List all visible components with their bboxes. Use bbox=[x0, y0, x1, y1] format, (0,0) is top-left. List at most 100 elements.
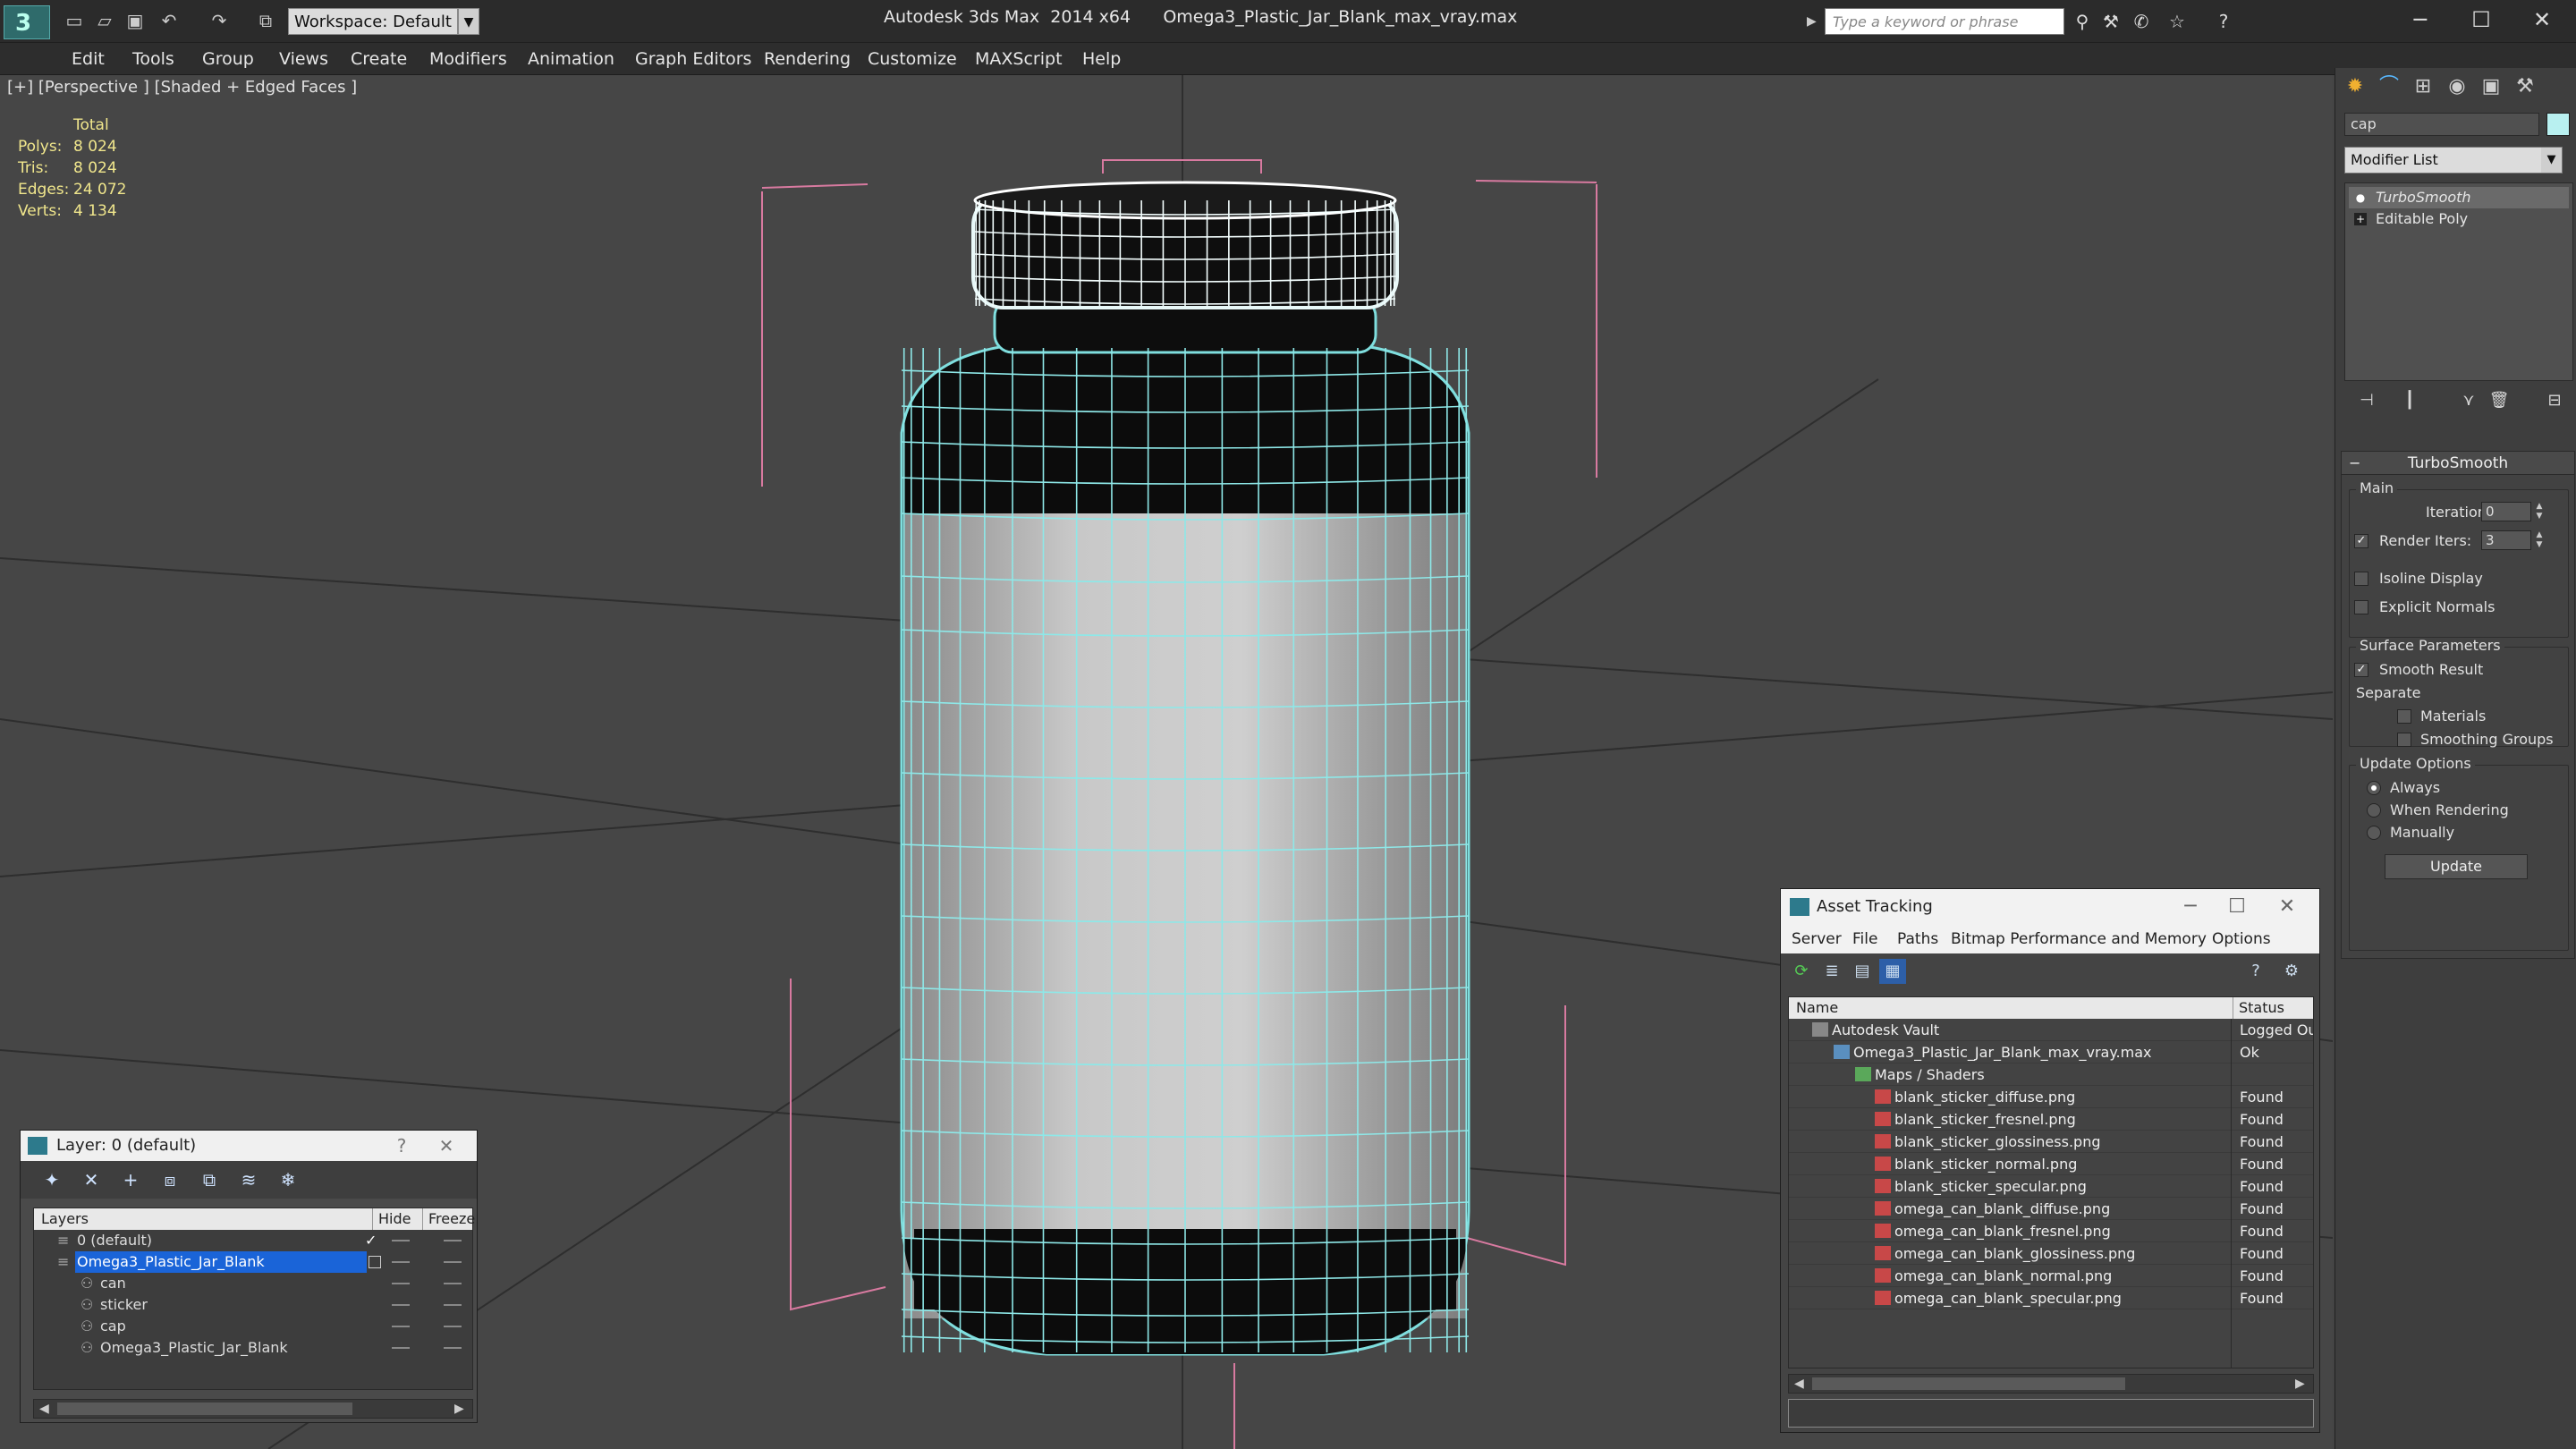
stack-item-turbosmooth[interactable]: ● TurboSmooth bbox=[2349, 187, 2569, 208]
communication-icon[interactable]: ✆ bbox=[2129, 9, 2154, 34]
list-view-icon[interactable]: ≣ bbox=[1818, 959, 1845, 984]
menu-tools[interactable]: Tools bbox=[132, 43, 174, 75]
settings-icon[interactable]: ⚙ bbox=[2278, 959, 2305, 984]
save-file-icon[interactable]: ▣ bbox=[123, 9, 147, 32]
refresh-icon[interactable]: ⟳ bbox=[1788, 959, 1815, 984]
search-expand-icon[interactable]: ▶ bbox=[1807, 11, 1821, 32]
subscription-icon[interactable]: ⚒ bbox=[2098, 9, 2123, 34]
menu-create[interactable]: Create bbox=[351, 43, 407, 75]
close-icon[interactable]: ✕ bbox=[428, 1131, 464, 1161]
workspace-select[interactable]: Workspace: Default bbox=[288, 8, 458, 35]
menu-help[interactable]: Help bbox=[1082, 43, 1121, 75]
layer-horizontal-scrollbar[interactable]: ◀ ▶ bbox=[33, 1399, 473, 1419]
configure-sets-icon[interactable]: ⊟ bbox=[2541, 388, 2568, 413]
freeze-all-layers-icon[interactable]: ❄ bbox=[273, 1166, 303, 1193]
display-tab-icon[interactable]: ▣ bbox=[2475, 72, 2507, 102]
layer-row[interactable]: ⚇ Omega3_Plastic_Jar_Blank bbox=[34, 1337, 472, 1359]
stack-item-editable-poly[interactable]: + Editable Poly bbox=[2349, 208, 2569, 230]
update-when-rendering-radio[interactable] bbox=[2367, 803, 2381, 818]
layer-row[interactable]: ≡ 0 (default) ✓ bbox=[34, 1230, 472, 1251]
hide-all-layers-icon[interactable]: ≋ bbox=[233, 1166, 264, 1193]
update-always-radio[interactable] bbox=[2367, 781, 2381, 795]
pin-stack-icon[interactable]: ⊣ bbox=[2353, 388, 2380, 413]
new-layer-icon[interactable]: ✦ bbox=[37, 1166, 67, 1193]
asset-row[interactable]: blank_sticker_diffuse.png Found bbox=[1789, 1086, 2313, 1108]
maximize-icon[interactable]: ☐ bbox=[2210, 889, 2264, 925]
modify-tab-icon[interactable]: ⌒ bbox=[2373, 72, 2405, 102]
menu-customize[interactable]: Customize bbox=[868, 43, 957, 75]
hierarchy-tab-icon[interactable]: ⊞ bbox=[2407, 72, 2439, 102]
render-iters-spinner[interactable]: 3 bbox=[2481, 530, 2531, 550]
asset-row[interactable]: blank_sticker_glossiness.png Found bbox=[1789, 1131, 2313, 1153]
add-to-layer-icon[interactable]: + bbox=[115, 1166, 146, 1193]
thumbnail-view-icon[interactable]: ▤ bbox=[1849, 959, 1876, 984]
redo-icon[interactable]: ↷ bbox=[208, 9, 231, 32]
help-icon[interactable]: ? bbox=[2211, 9, 2236, 34]
menu-group[interactable]: Group bbox=[202, 43, 254, 75]
highlight-layer-icon[interactable]: ⧉ bbox=[194, 1166, 225, 1193]
asset-row[interactable]: blank_sticker_fresnel.png Found bbox=[1789, 1108, 2313, 1131]
separate-smoothing-groups-checkbox[interactable] bbox=[2397, 733, 2411, 747]
undo-icon[interactable]: ↶ bbox=[157, 9, 181, 32]
asset-horizontal-scrollbar[interactable]: ◀ ▶ bbox=[1788, 1374, 2314, 1394]
close-icon[interactable]: ✕ bbox=[2515, 4, 2569, 36]
motion-tab-icon[interactable]: ◉ bbox=[2441, 72, 2473, 102]
update-button[interactable]: Update bbox=[2385, 854, 2528, 879]
asset-row[interactable]: Omega3_Plastic_Jar_Blank_max_vray.max Ok bbox=[1789, 1041, 2313, 1063]
asset-row[interactable]: omega_can_blank_fresnel.png Found bbox=[1789, 1220, 2313, 1242]
menu-views[interactable]: Views bbox=[279, 43, 328, 75]
object-name-field[interactable]: cap bbox=[2344, 113, 2539, 136]
spinner-arrows-icon[interactable]: ▲ ▼ bbox=[2533, 530, 2546, 550]
layer-row[interactable]: ⚇ can bbox=[34, 1273, 472, 1294]
asset-row[interactable]: Autodesk Vault Logged Ou bbox=[1789, 1019, 2313, 1041]
chevron-down-icon[interactable]: ▼ bbox=[458, 8, 479, 35]
layer-row[interactable]: ⚇ cap bbox=[34, 1316, 472, 1337]
asset-menu-paths[interactable]: Paths bbox=[1897, 925, 1938, 953]
menu-animation[interactable]: Animation bbox=[528, 43, 614, 75]
help-icon[interactable]: ? bbox=[2242, 959, 2269, 984]
new-file-icon[interactable]: ▭ bbox=[63, 9, 86, 32]
open-file-icon[interactable]: ▱ bbox=[93, 9, 116, 32]
asset-menu-file[interactable]: File bbox=[1852, 925, 1877, 953]
layer-row[interactable]: ⚇ sticker bbox=[34, 1294, 472, 1316]
search-input[interactable]: Type a keyword or phrase bbox=[1825, 8, 2064, 35]
render-iters-checkbox[interactable]: ✓ bbox=[2354, 534, 2368, 548]
table-view-icon[interactable]: ▦ bbox=[1879, 959, 1906, 984]
object-color-swatch[interactable] bbox=[2546, 113, 2570, 136]
project-folder-icon[interactable]: ⧉ bbox=[254, 9, 277, 32]
separate-materials-checkbox[interactable] bbox=[2397, 709, 2411, 724]
rollout-header[interactable]: − TurboSmooth bbox=[2342, 452, 2574, 475]
smooth-result-checkbox[interactable]: ✓ bbox=[2354, 663, 2368, 677]
layer-row[interactable]: ≡ Omega3_Plastic_Jar_Blank bbox=[34, 1251, 472, 1273]
select-in-layer-icon[interactable]: ⧈ bbox=[155, 1166, 185, 1193]
asset-menu-bitmap-performance[interactable]: Bitmap Performance and Memory bbox=[1951, 925, 2207, 953]
close-icon[interactable]: ✕ bbox=[2260, 889, 2314, 925]
isoline-display-checkbox[interactable] bbox=[2354, 572, 2368, 586]
minimize-icon[interactable]: ─ bbox=[2394, 4, 2447, 36]
menu-maxscript[interactable]: MAXScript bbox=[975, 43, 1063, 75]
menu-graph-editors[interactable]: Graph Editors bbox=[635, 43, 751, 75]
minimize-icon[interactable]: ─ bbox=[2164, 889, 2217, 925]
explicit-normals-checkbox[interactable] bbox=[2354, 600, 2368, 614]
help-icon[interactable]: ? bbox=[384, 1131, 419, 1161]
utilities-tab-icon[interactable]: ⚒ bbox=[2509, 72, 2541, 102]
delete-layer-icon[interactable]: ✕ bbox=[76, 1166, 106, 1193]
remove-modifier-icon[interactable]: 🗑 bbox=[2486, 388, 2512, 413]
iterations-spinner[interactable]: 0 bbox=[2481, 502, 2531, 521]
asset-menu-options[interactable]: Options bbox=[2212, 925, 2271, 953]
asset-row[interactable]: omega_can_blank_diffuse.png Found bbox=[1789, 1198, 2313, 1220]
menu-rendering[interactable]: Rendering bbox=[764, 43, 851, 75]
show-end-result-icon[interactable]: ┃ bbox=[2396, 388, 2423, 413]
asset-row[interactable]: blank_sticker_normal.png Found bbox=[1789, 1153, 2313, 1175]
maximize-icon[interactable]: ☐ bbox=[2454, 4, 2508, 36]
asset-row[interactable]: blank_sticker_specular.png Found bbox=[1789, 1175, 2313, 1198]
binoculars-icon[interactable]: ⚲ bbox=[2070, 9, 2095, 34]
asset-row[interactable]: omega_can_blank_glossiness.png Found bbox=[1789, 1242, 2313, 1265]
chevron-down-icon[interactable]: ▼ bbox=[2541, 148, 2562, 173]
asset-row[interactable]: Maps / Shaders bbox=[1789, 1063, 2313, 1086]
make-unique-icon[interactable]: ⋎ bbox=[2455, 388, 2482, 413]
update-manually-radio[interactable] bbox=[2367, 826, 2381, 840]
spinner-arrows-icon[interactable]: ▲ ▼ bbox=[2533, 502, 2546, 521]
modifier-list-select[interactable]: Modifier List bbox=[2344, 147, 2563, 174]
viewport-label[interactable]: [+] [Perspective ] [Shaded + Edged Faces… bbox=[7, 75, 357, 100]
